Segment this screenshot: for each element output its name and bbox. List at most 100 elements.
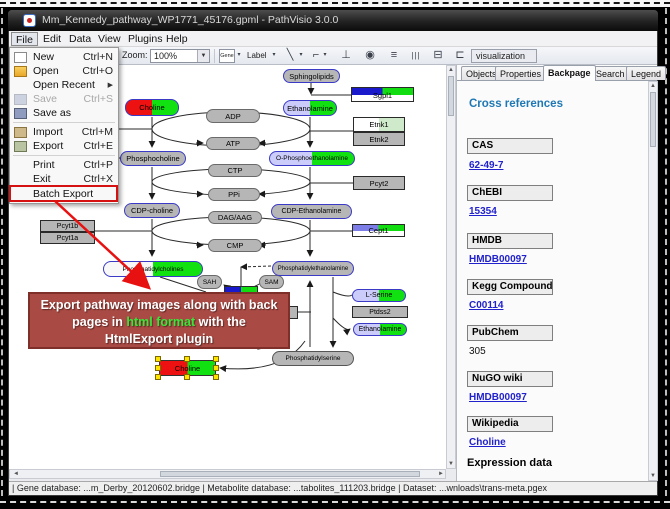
scrollbar-thumb[interactable] xyxy=(650,92,656,147)
panel-vertical-scrollbar[interactable]: ▲ ▼ xyxy=(648,81,658,481)
node-ppi[interactable]: PPi xyxy=(208,188,260,201)
callout-line2: pages in html format with the xyxy=(30,314,288,331)
chevron-down-icon[interactable]: ▾ xyxy=(235,49,243,63)
backpage-section-header: NuGO wiki xyxy=(467,371,553,387)
scrollbar-thumb[interactable] xyxy=(160,471,420,477)
common-size-icon[interactable]: ⊟ xyxy=(429,49,447,63)
node-dag-aag[interactable]: DAG/AAG xyxy=(208,211,262,224)
window-title: Mm_Kennedy_pathway_WP1771_45176.gpml - P… xyxy=(42,10,338,31)
callout-line1: Export pathway images along with back xyxy=(30,297,288,314)
file-menu-item-batch-export[interactable]: Batch Export xyxy=(10,186,118,201)
node-phosphatidylethanolamine[interactable]: Phosphatidylethanolamine xyxy=(272,261,354,276)
node-ptdss2[interactable]: Ptdss2 xyxy=(352,306,408,318)
node-sgpl1[interactable]: Sgpl1 xyxy=(351,87,414,102)
frame-dash-right xyxy=(665,8,667,496)
chevron-down-icon[interactable]: ▾ xyxy=(321,49,329,63)
file-menu-item-import[interactable]: ImportCtrl+M xyxy=(10,125,118,139)
save-as-icon xyxy=(14,108,27,119)
scrollbar-thumb[interactable] xyxy=(448,76,454,116)
node-ctp[interactable]: CTP xyxy=(208,164,262,177)
align-center-icon[interactable]: ⊥ xyxy=(337,49,355,63)
node-etnk2[interactable]: Etnk2 xyxy=(353,132,405,146)
crossref-link-chebi[interactable]: 15354 xyxy=(469,206,497,217)
zoom-combobox[interactable]: 100%▼ xyxy=(150,49,210,63)
node-cdp-choline[interactable]: CDP-choline xyxy=(124,203,180,218)
text-format-icon[interactable]: ⊏ xyxy=(451,49,469,63)
node-sam[interactable]: SAM xyxy=(259,275,284,289)
scroll-up-icon[interactable]: ▲ xyxy=(447,67,455,73)
status-bar: | Gene database: ...m_Derby_20120602.bri… xyxy=(9,481,657,495)
crossref-link-wikipedia[interactable]: Choline xyxy=(469,437,506,448)
distribute-horizontal-icon[interactable]: ≡ xyxy=(385,49,403,63)
zoom-label: Zoom: xyxy=(122,49,148,63)
selection-handle[interactable] xyxy=(155,356,161,362)
node-ethanolamine-2[interactable]: Ethanolamine xyxy=(353,323,407,336)
tab-properties[interactable]: Properties xyxy=(495,66,546,80)
align-middle-icon[interactable]: ◉ xyxy=(361,49,379,63)
selection-handle[interactable] xyxy=(213,356,219,362)
node-cmp[interactable]: CMP xyxy=(208,239,262,252)
node-adp[interactable]: ADP xyxy=(206,109,260,123)
menu-plugins[interactable]: Plugins xyxy=(124,32,166,46)
node-cept1[interactable]: Cept1 xyxy=(352,224,405,237)
node-phosphatidylcholines[interactable]: Phosphatidylcholines xyxy=(103,261,203,277)
node-etnk1[interactable]: Etnk1 xyxy=(353,117,405,132)
scroll-up-icon[interactable]: ▲ xyxy=(649,83,657,89)
menu-view[interactable]: View xyxy=(94,32,125,46)
node-phosphocholine[interactable]: Phosphocholine xyxy=(120,151,186,166)
selection-handle[interactable] xyxy=(184,356,190,362)
submenu-arrow-icon: ▶ xyxy=(108,81,113,89)
scroll-down-icon[interactable]: ▼ xyxy=(447,461,455,467)
file-menu-item-export[interactable]: ExportCtrl+E xyxy=(10,139,118,153)
tab-backpage[interactable]: Backpage xyxy=(543,65,596,81)
node-sphingolipids[interactable]: Sphingolipids xyxy=(283,69,340,83)
crossref-link-hmdb[interactable]: HMDB00097 xyxy=(469,254,527,265)
selection-handle[interactable] xyxy=(213,365,219,371)
file-menu-item-open[interactable]: OpenCtrl+O xyxy=(10,64,118,78)
file-menu-item-open-recent[interactable]: Open Recent▶ xyxy=(10,78,118,92)
node-sah[interactable]: SAH xyxy=(197,275,222,289)
file-menu-item-save[interactable]: SaveCtrl+S xyxy=(10,92,118,106)
selection-handle[interactable] xyxy=(155,365,161,371)
selection-handle[interactable] xyxy=(213,374,219,380)
menu-help[interactable]: Help xyxy=(162,32,192,46)
file-menu-item-exit[interactable]: ExitCtrl+X xyxy=(10,172,118,186)
node-o-phosphoethanolamine[interactable]: O-Phosphoethanolamine xyxy=(269,151,355,166)
distribute-vertical-icon[interactable]: ||| xyxy=(407,49,425,63)
menu-data[interactable]: Data xyxy=(65,32,95,46)
tab-legend[interactable]: Legend xyxy=(626,66,666,80)
gene-datanode-button[interactable]: Gene xyxy=(219,49,235,63)
node-choline[interactable]: Choline xyxy=(125,99,179,116)
visualization-combobox[interactable]: visualization▼ xyxy=(471,49,537,63)
crossref-link-cas[interactable]: 62-49-7 xyxy=(469,160,503,171)
canvas-vertical-scrollbar[interactable]: ▲ ▼ xyxy=(446,65,456,469)
node-atp[interactable]: ATP xyxy=(206,137,260,150)
chevron-down-icon[interactable]: ▾ xyxy=(297,49,305,63)
scroll-left-icon[interactable]: ◄ xyxy=(12,471,20,477)
label-tool-button[interactable]: Label xyxy=(247,49,267,63)
menu-edit[interactable]: Edit xyxy=(39,32,65,46)
crossref-link-nugo[interactable]: HMDB00097 xyxy=(469,392,527,403)
chevron-down-icon[interactable]: ▼ xyxy=(197,50,209,62)
node-l-serine[interactable]: L-Serine xyxy=(352,289,406,302)
scroll-down-icon[interactable]: ▼ xyxy=(649,473,657,479)
node-pcyt2[interactable]: Pcyt2 xyxy=(353,176,405,190)
file-menu-item-save-as[interactable]: Save as xyxy=(10,106,118,120)
canvas-horizontal-scrollbar[interactable]: ◄ ► xyxy=(9,469,446,479)
chevron-down-icon[interactable]: ▾ xyxy=(270,49,278,63)
side-panel: Objects Properties Backpage Search Legen… xyxy=(456,65,657,481)
scroll-right-icon[interactable]: ► xyxy=(437,471,445,477)
node-pcyt1a[interactable]: Pcyt1a xyxy=(40,232,95,244)
node-ethanolamine[interactable]: Ethanolamine xyxy=(283,100,337,116)
crossref-link-kegg[interactable]: C00114 xyxy=(469,300,503,311)
file-menu-item-new[interactable]: NewCtrl+N xyxy=(10,50,118,64)
file-menu-item-print[interactable]: PrintCtrl+P xyxy=(10,158,118,172)
tab-search[interactable]: Search xyxy=(591,66,630,80)
node-cdp-ethanolamine[interactable]: CDP-Ethanolamine xyxy=(271,204,352,219)
node-pcyt1b[interactable]: Pcyt1b xyxy=(40,220,95,232)
menu-file[interactable]: File xyxy=(11,32,38,46)
frame-dash-top xyxy=(0,2,670,4)
selection-handle[interactable] xyxy=(155,374,161,380)
node-phosphatidylserine[interactable]: Phosphatidylserine xyxy=(272,351,354,366)
selection-handle[interactable] xyxy=(184,374,190,380)
